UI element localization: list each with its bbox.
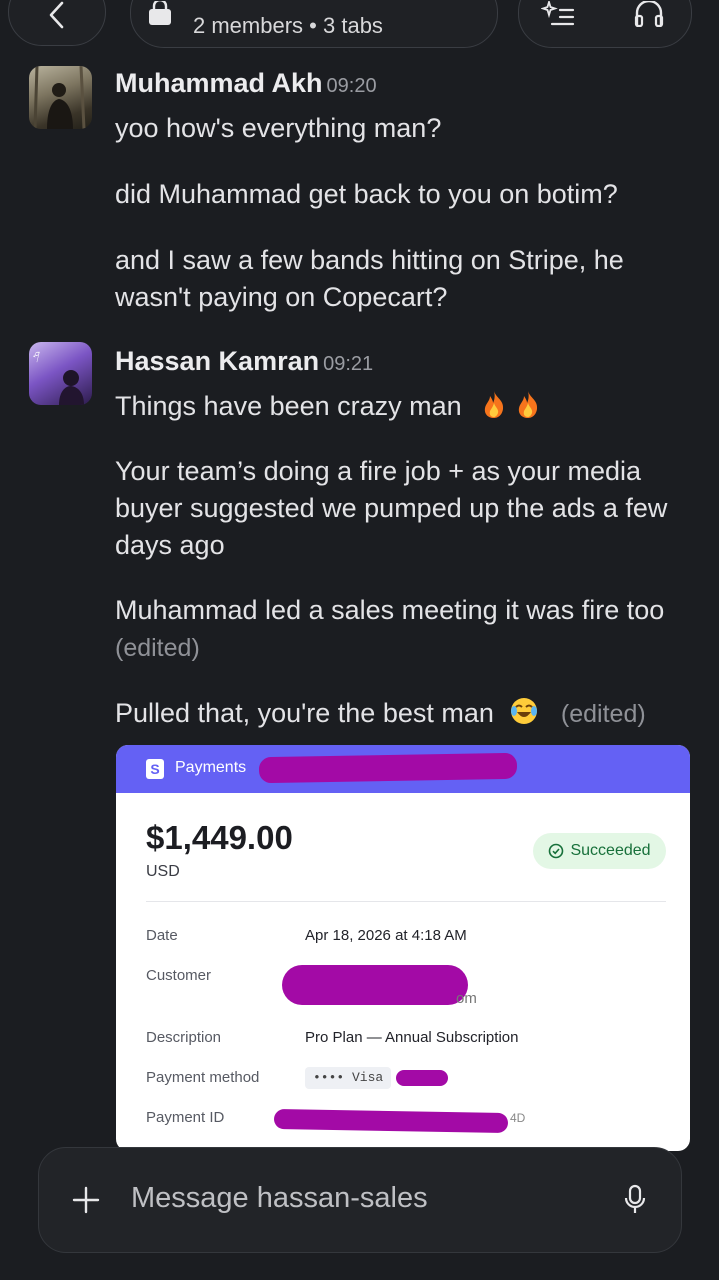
- edited-label: (edited): [115, 634, 200, 662]
- message-text: Pulled that, you're the best man (edited…: [115, 695, 715, 733]
- redaction-mark: [258, 752, 518, 784]
- message-text: did Muhammad get back to you on botim?: [115, 179, 618, 209]
- message-text-span: Things have been crazy man: [115, 391, 462, 421]
- description-label: Description: [146, 1029, 222, 1046]
- payment-id-suffix: 4D: [510, 1111, 526, 1125]
- payment-method-label: Payment method: [146, 1069, 260, 1086]
- message-text: Your team’s doing a fire job + as your m…: [115, 456, 668, 560]
- headphones-icon[interactable]: [633, 1, 665, 27]
- tab-count: 3 tabs: [323, 13, 383, 38]
- status-badge: Succeeded: [533, 833, 666, 869]
- back-chevron-icon: [49, 1, 64, 29]
- header-actions: [518, 0, 692, 48]
- avatar-photo: ཤ: [33, 351, 84, 405]
- stripe-logo: S: [146, 759, 164, 779]
- payments-title: Payments: [175, 759, 247, 776]
- message-text: Muhammad led a sales meeting it was fire…: [115, 592, 695, 667]
- channel-name: hassan-sales: [193, 0, 344, 1]
- message-text: yoo how's everything man?: [115, 113, 442, 143]
- date-value: Apr 18, 2026 at 4:18 AM: [305, 927, 467, 944]
- channel-meta: 2 members • 3 tabs: [193, 13, 383, 39]
- fire-emoji: [519, 391, 538, 418]
- member-count: 2 members: [193, 13, 304, 38]
- edited-label: (edited): [560, 700, 646, 728]
- check-circle-icon: [549, 843, 564, 859]
- message-text-span: Muhammad led a sales meeting it was fire…: [115, 595, 665, 625]
- message-input[interactable]: Message hassan-sales: [131, 1182, 428, 1215]
- lock-icon: [149, 1, 171, 25]
- payment-amount: $1,449.00: [146, 819, 293, 856]
- status-text: Succeeded: [570, 842, 651, 859]
- microphone-icon[interactable]: [623, 1184, 647, 1216]
- sender-name[interactable]: Hassan Kamran 09:21: [115, 346, 373, 377]
- message-composer[interactable]: Message hassan-sales: [38, 1147, 682, 1253]
- payment-id-label: Payment ID: [146, 1109, 225, 1126]
- divider: [146, 901, 666, 902]
- payment-method-value: •••• Visa: [305, 1067, 392, 1089]
- customer-label: Customer: [146, 967, 212, 984]
- avatar-photo: [33, 66, 86, 129]
- plus-icon[interactable]: [71, 1185, 101, 1215]
- top-bar: hassan-sales 2 members • 3 tabs: [0, 0, 719, 50]
- avatar[interactable]: [29, 66, 92, 129]
- sender-name[interactable]: Muhammad Akh 09:20: [115, 68, 377, 99]
- payment-card-header: S Payments: [116, 745, 690, 793]
- message-time: 09:20: [326, 75, 377, 97]
- message-text: Things have been crazy man: [115, 388, 695, 425]
- svg-text:ཤ: ཤ: [33, 351, 40, 363]
- date-label: Date: [146, 927, 178, 944]
- customer-email-suffix: om: [456, 990, 477, 1007]
- redaction-mark: [396, 1070, 448, 1086]
- description-value: Pro Plan — Annual Subscription: [305, 1029, 519, 1046]
- meta-separator: •: [309, 13, 317, 38]
- payment-currency: USD: [146, 863, 180, 880]
- message-text: and I saw a few bands hitting on Stripe,…: [115, 245, 624, 312]
- payment-screenshot-attachment[interactable]: S Payments $1,449.00 USD Succeeded Date …: [116, 745, 690, 1151]
- message-time: 09:21: [323, 353, 374, 375]
- sender-label[interactable]: Muhammad Akh: [115, 68, 323, 98]
- sender-label[interactable]: Hassan Kamran: [115, 346, 319, 376]
- channel-header[interactable]: hassan-sales 2 members • 3 tabs: [130, 0, 498, 48]
- redaction-mark: [282, 965, 468, 1005]
- message-text-span: Pulled that, you're the best man: [115, 698, 494, 728]
- sparkle-list-icon[interactable]: [541, 1, 575, 27]
- back-button[interactable]: [8, 0, 106, 46]
- avatar[interactable]: ཤ: [29, 342, 92, 405]
- laughing-emoji: [511, 698, 538, 724]
- fire-emoji: [485, 391, 504, 418]
- redaction-mark: [273, 1108, 509, 1134]
